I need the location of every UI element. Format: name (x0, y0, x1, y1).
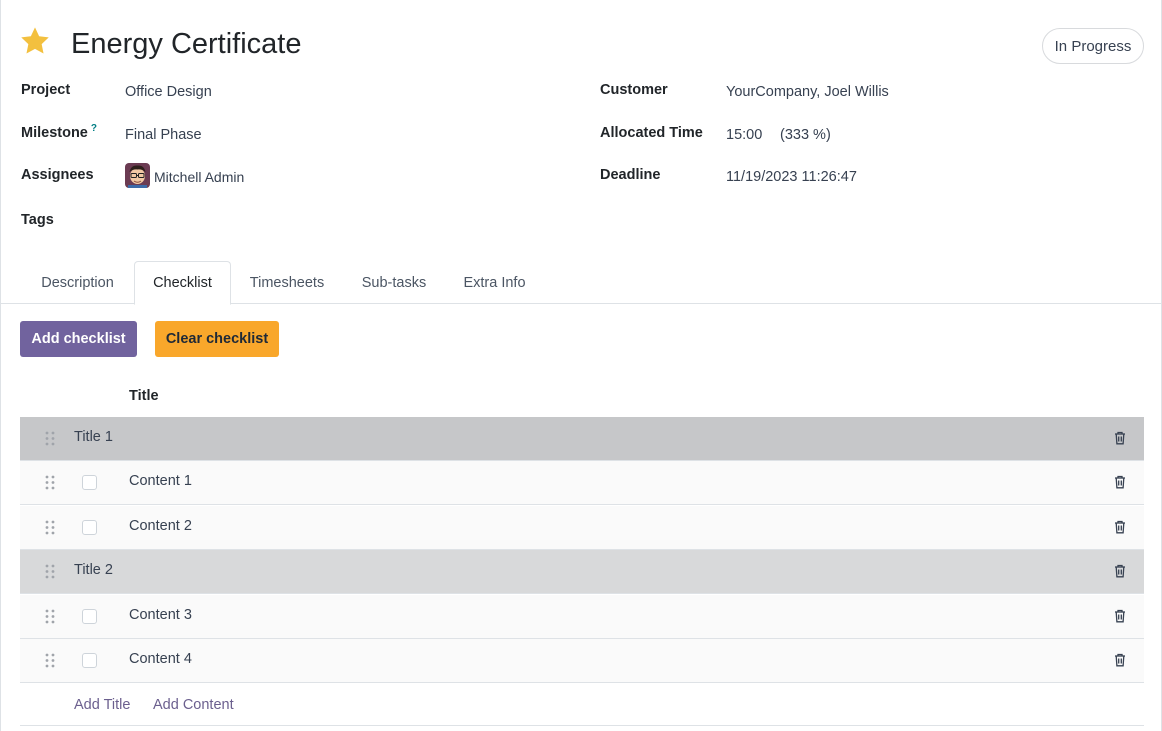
clear-checklist-button[interactable]: Clear checklist (155, 321, 279, 357)
add-content-link[interactable]: Add Content (153, 697, 234, 713)
add-title-link[interactable]: Add Title (74, 697, 130, 713)
status-button[interactable]: In Progress (1042, 28, 1144, 64)
customer-field[interactable]: YourCompany, Joel Willis (726, 84, 889, 100)
drag-handle-icon[interactable] (45, 653, 55, 668)
item-text[interactable]: Content 4 (129, 651, 192, 667)
tab-extra-info[interactable]: Extra Info (445, 261, 544, 304)
trash-icon[interactable] (1114, 520, 1126, 534)
allocated-time-label: Allocated Time (600, 125, 703, 141)
drag-handle-icon[interactable] (45, 475, 55, 490)
item-row[interactable]: Content 4 (20, 639, 1144, 683)
tab-timesheets[interactable]: Timesheets (231, 261, 343, 304)
trash-icon[interactable] (1114, 475, 1126, 489)
milestone-label: Milestone? (21, 123, 97, 141)
item-row[interactable]: Content 2 (20, 506, 1144, 550)
deadline-field[interactable]: 11/19/2023 11:26:47 (726, 169, 857, 185)
help-tooltip-icon[interactable]: ? (91, 123, 97, 134)
drag-handle-icon[interactable] (45, 564, 55, 579)
milestone-label-text: Milestone (21, 125, 88, 141)
assignees-label: Assignees (21, 167, 94, 183)
item-checkbox[interactable] (82, 609, 97, 624)
section-title[interactable]: Title 1 (74, 429, 113, 445)
project-label: Project (21, 82, 71, 98)
section-row[interactable]: Title 2 (20, 550, 1144, 594)
customer-label: Customer (600, 82, 668, 98)
drag-handle-icon[interactable] (45, 609, 55, 624)
trash-icon[interactable] (1114, 564, 1126, 578)
trash-icon[interactable] (1114, 653, 1126, 667)
deadline-label: Deadline (600, 167, 661, 183)
tags-label: Tags (21, 212, 54, 228)
allocated-time-percent: (333 %) (780, 127, 831, 143)
item-checkbox[interactable] (82, 520, 97, 535)
drag-handle-icon[interactable] (45, 520, 55, 535)
trash-icon[interactable] (1114, 609, 1126, 623)
item-text[interactable]: Content 3 (129, 607, 192, 623)
add-checklist-button[interactable]: Add checklist (20, 321, 137, 357)
item-row[interactable]: Content 1 (20, 461, 1144, 505)
assignee-name[interactable]: Mitchell Admin (154, 169, 244, 185)
item-checkbox[interactable] (82, 653, 97, 668)
tab-sub-tasks[interactable]: Sub-tasks (343, 261, 445, 304)
item-text[interactable]: Content 2 (129, 518, 192, 534)
drag-handle-icon[interactable] (45, 431, 55, 446)
tab-checklist[interactable]: Checklist (134, 261, 231, 305)
notebook-tabs: Description Checklist Timesheets Sub-tas… (1, 261, 1162, 305)
trash-icon[interactable] (1114, 431, 1126, 445)
tab-description[interactable]: Description (21, 261, 134, 304)
milestone-field[interactable]: Final Phase (125, 127, 202, 143)
add-line-row: Add Title Add Content (20, 684, 1144, 726)
task-title[interactable]: Energy Certificate (71, 24, 302, 64)
section-row[interactable]: Title 1 (20, 417, 1144, 461)
item-checkbox[interactable] (82, 475, 97, 490)
column-header-title[interactable]: Title (129, 388, 159, 404)
avatar (125, 163, 150, 188)
task-form: Energy Certificate In Progress Project O… (0, 0, 1162, 731)
section-title[interactable]: Title 2 (74, 562, 113, 578)
star-icon[interactable] (19, 25, 51, 57)
item-row[interactable]: Content 3 (20, 595, 1144, 639)
item-text[interactable]: Content 1 (129, 473, 192, 489)
project-field[interactable]: Office Design (125, 84, 212, 100)
allocated-time-field[interactable]: 15:00 (726, 127, 762, 143)
